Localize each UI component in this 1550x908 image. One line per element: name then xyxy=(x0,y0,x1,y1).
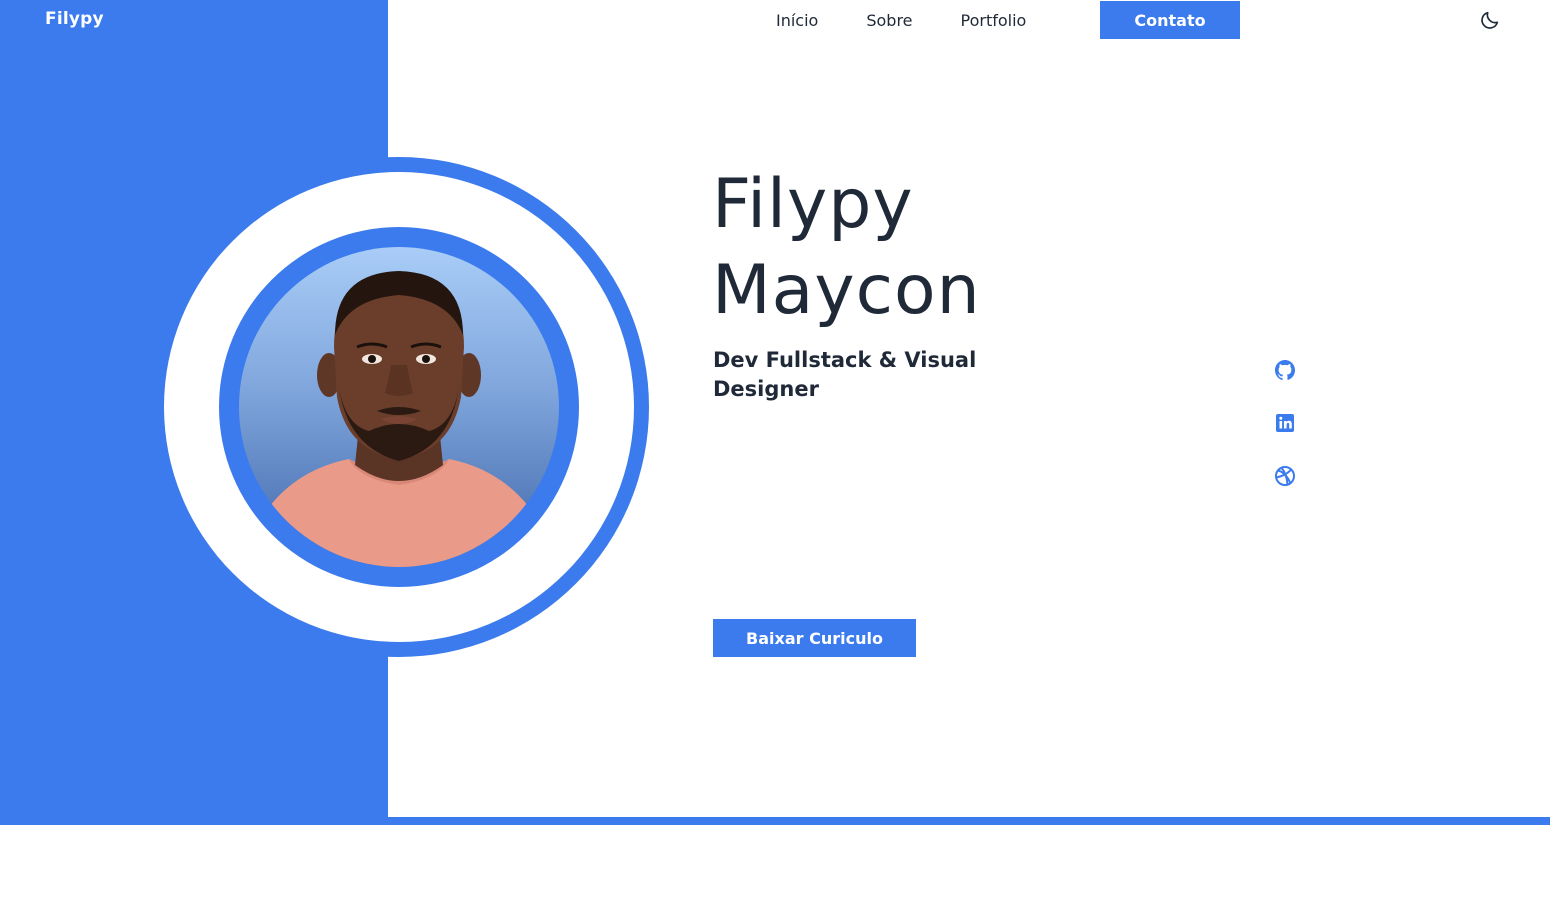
dribbble-icon[interactable] xyxy=(1273,464,1297,488)
page: Filypy Início Sobre Portfolio Contato Fi… xyxy=(0,0,1550,908)
avatar xyxy=(239,247,559,567)
main-nav: Início Sobre Portfolio xyxy=(760,0,1074,40)
hero-first-name: Filypy xyxy=(712,165,914,244)
hero-subtitle: Dev Fullstack & Visual Designer xyxy=(713,348,977,401)
nav-link-portfolio[interactable]: Portfolio xyxy=(961,11,1027,30)
hero-name: Filypy Maycon xyxy=(712,162,981,334)
bottom-accent-bar xyxy=(388,817,1550,825)
linkedin-icon[interactable] xyxy=(1273,411,1297,435)
contact-button[interactable]: Contato xyxy=(1100,1,1240,39)
profile-photo xyxy=(259,271,539,567)
hero-last-name: Maycon xyxy=(712,251,981,330)
github-icon[interactable] xyxy=(1273,358,1297,382)
logo[interactable]: Filypy xyxy=(45,9,104,29)
nav-link-inicio[interactable]: Início xyxy=(776,11,818,30)
download-cv-button[interactable]: Baixar Curiculo xyxy=(713,619,916,657)
moon-icon[interactable] xyxy=(1479,9,1501,31)
nav-link-sobre[interactable]: Sobre xyxy=(866,11,912,30)
